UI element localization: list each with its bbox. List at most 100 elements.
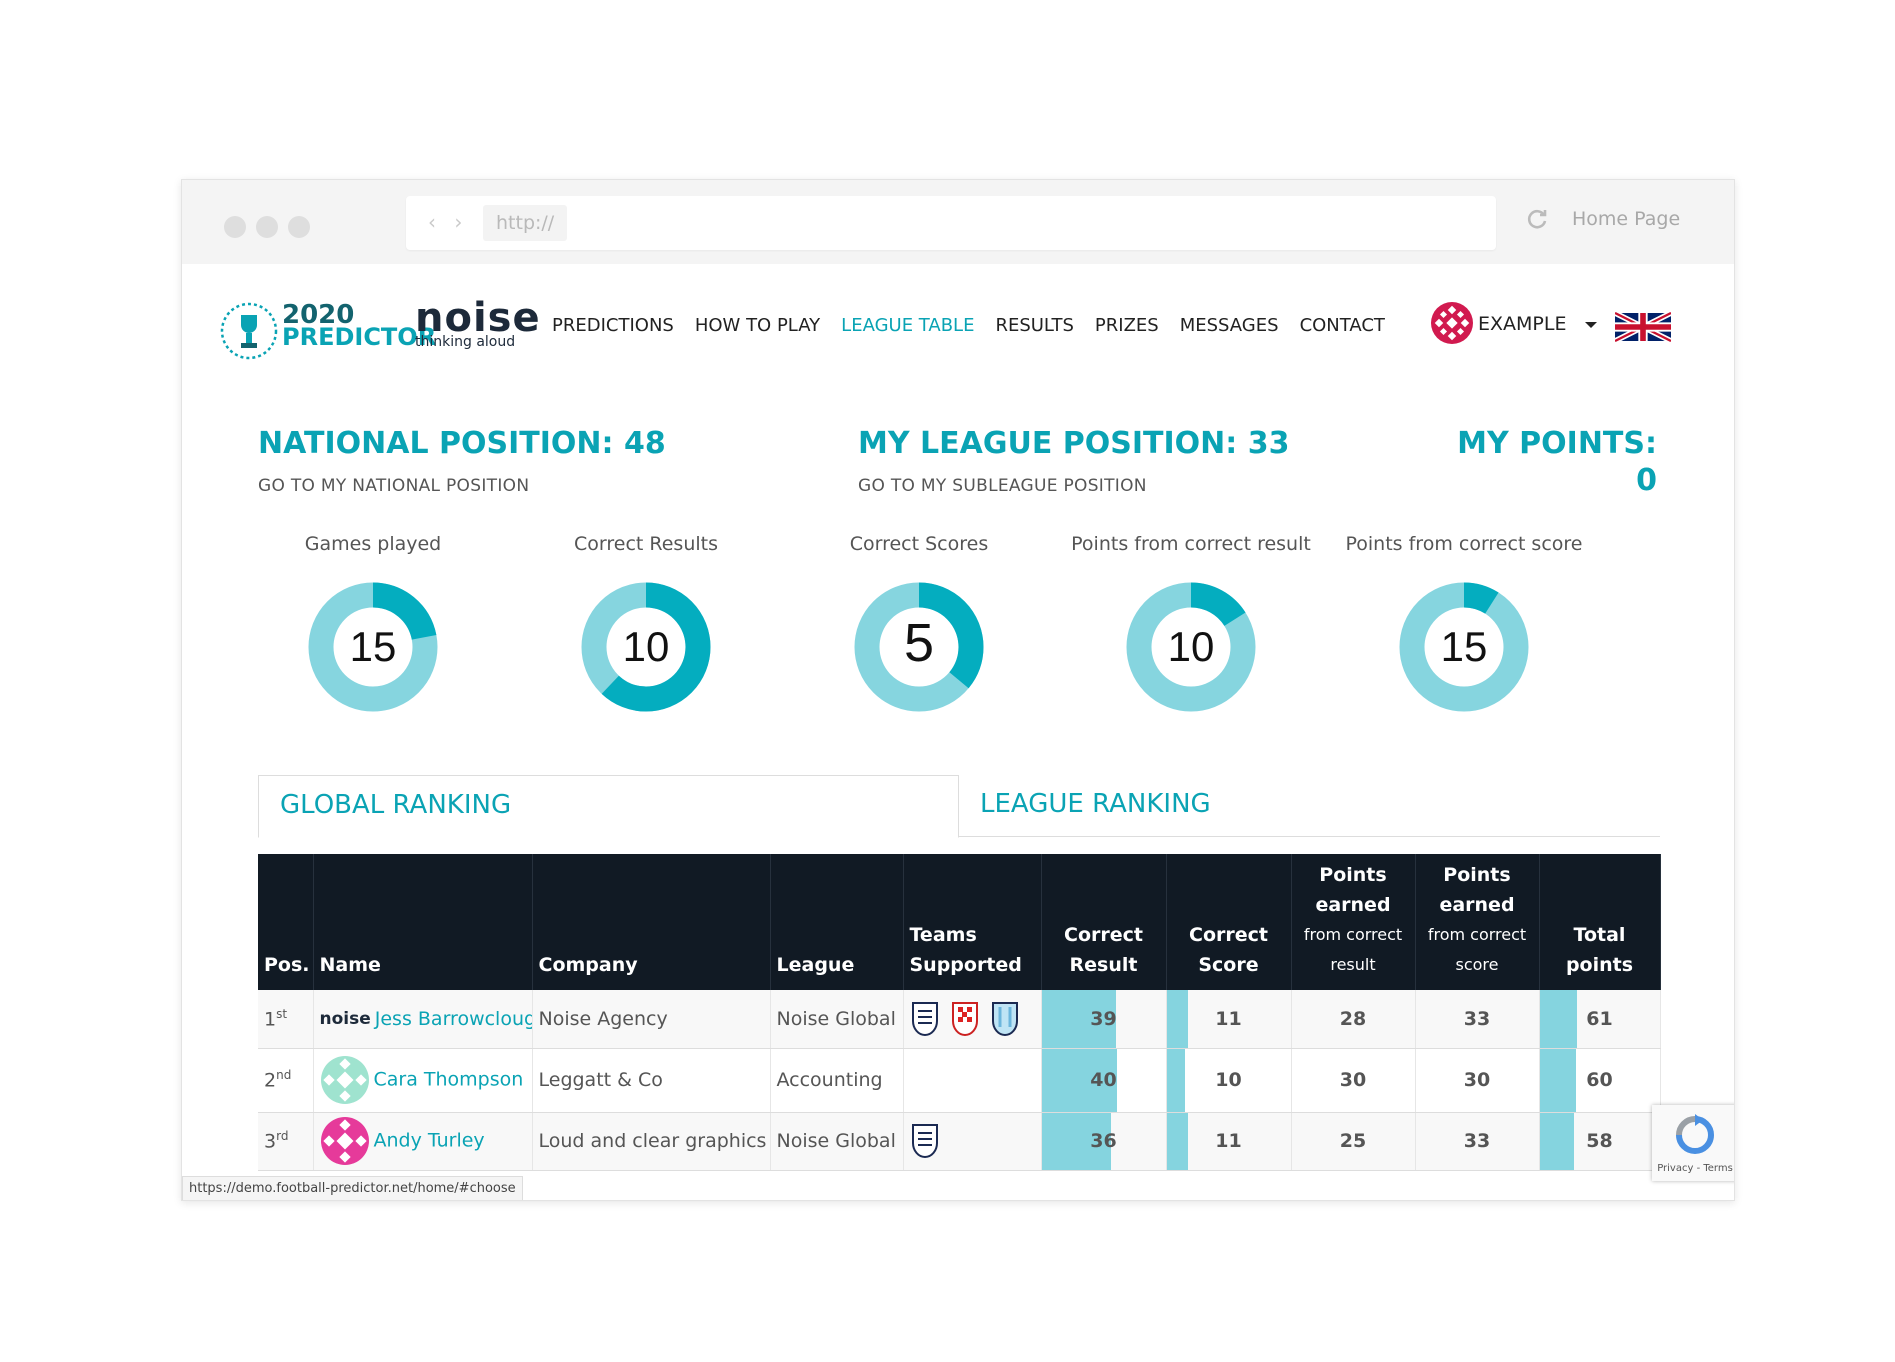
header-total-points[interactable]: Total points xyxy=(1539,854,1661,990)
position-suffix: st xyxy=(276,1007,288,1022)
stat-card: Correct Scores 5 xyxy=(783,533,1055,713)
croatia-badge-icon xyxy=(950,999,980,1039)
noise-logo[interactable]: noise thinking aloud xyxy=(415,298,541,350)
row-name[interactable]: Cara Thompson xyxy=(313,1048,533,1113)
table-row[interactable]: 2nd Cara Thompson Leggatt & Co Accounting 40… xyxy=(258,1048,1661,1113)
header-pos[interactable]: Pos. xyxy=(258,854,314,990)
argentina-badge-icon xyxy=(990,999,1020,1039)
header-name[interactable]: Name xyxy=(313,854,533,990)
row-points-score: 33 xyxy=(1415,990,1540,1049)
stat-card: Correct Results 10 xyxy=(510,533,782,713)
chevron-down-icon[interactable] xyxy=(1585,322,1597,328)
home-page-link[interactable]: Home Page xyxy=(1572,208,1680,230)
position-number: 1 xyxy=(264,1008,277,1031)
stat-card: Games played 15 xyxy=(237,533,509,713)
ranking-table-wrap: Pos. Name Company League Teams Supported … xyxy=(258,854,1661,1171)
header-teams-supported[interactable]: Teams Supported xyxy=(903,854,1042,990)
stat-label: Games played xyxy=(304,533,442,555)
position-number: 2 xyxy=(264,1069,277,1092)
user-avatar[interactable] xyxy=(1430,301,1474,345)
row-position: 1st xyxy=(258,990,314,1049)
window-close-dot[interactable] xyxy=(224,216,246,238)
stat-value: 10 xyxy=(1168,623,1215,670)
nav-messages[interactable]: MESSAGES xyxy=(1180,315,1279,336)
stat-donut: 10 xyxy=(1126,582,1256,712)
nav-contact[interactable]: CONTACT xyxy=(1300,315,1385,336)
noise-logo-avatar: noise xyxy=(319,1009,371,1030)
row-points-result: 25 xyxy=(1291,1112,1416,1171)
browser-window: ‹ › http:// Home Page 2020 PREDICTOR noi… xyxy=(181,179,1735,1201)
tab-league-ranking[interactable]: LEAGUE RANKING xyxy=(959,775,1660,837)
header-correct-score[interactable]: Correct Score xyxy=(1166,854,1292,990)
ranking-table: Pos. Name Company League Teams Supported … xyxy=(258,854,1661,1171)
user-menu-label[interactable]: EXAMPLE xyxy=(1478,313,1566,335)
nav-how-to-play[interactable]: HOW TO PLAY xyxy=(695,315,820,336)
header-league[interactable]: League xyxy=(770,854,904,990)
recaptcha-badge[interactable]: Privacy - Terms xyxy=(1652,1105,1734,1181)
cell-value: 40 xyxy=(1090,1069,1117,1091)
england-badge-icon xyxy=(910,1121,940,1161)
stat-card: Points from correct result 10 xyxy=(1055,533,1327,713)
stat-value: 15 xyxy=(1441,623,1488,670)
row-correct-score: 11 xyxy=(1166,990,1292,1049)
position-suffix: rd xyxy=(276,1129,289,1144)
nav-prizes[interactable]: PRIZES xyxy=(1095,315,1159,336)
header-points-result[interactable]: Points earned from correct result xyxy=(1291,854,1416,990)
row-total-points: 61 xyxy=(1539,990,1661,1049)
player-name-link[interactable]: Andy Turley xyxy=(374,1130,485,1152)
row-correct-result: 36 xyxy=(1041,1112,1167,1171)
cell-value: 36 xyxy=(1090,1130,1117,1152)
nav-league-table[interactable]: LEAGUE TABLE xyxy=(841,315,974,336)
trophy-logo-icon[interactable] xyxy=(219,301,279,361)
header-correct-result[interactable]: Correct Result xyxy=(1041,854,1167,990)
row-name[interactable]: noise Jess Barrowclough xyxy=(313,990,533,1049)
window-maximize-dot[interactable] xyxy=(288,216,310,238)
row-total-points: 58 xyxy=(1539,1112,1661,1171)
nav-results[interactable]: RESULTS xyxy=(995,315,1073,336)
recaptcha-links[interactable]: Privacy - Terms xyxy=(1652,1163,1734,1174)
player-name-link[interactable]: Jess Barrowclough xyxy=(375,1008,531,1030)
url-input[interactable]: http:// xyxy=(483,205,567,241)
stat-donut: 5 xyxy=(854,582,984,712)
row-position: 3rd xyxy=(258,1112,314,1171)
stat-value: 10 xyxy=(623,623,670,670)
league-position-title: MY LEAGUE POSITION: 33 xyxy=(858,426,1290,461)
position-suffix: nd xyxy=(276,1068,292,1083)
row-correct-score: 11 xyxy=(1166,1112,1292,1171)
header-company[interactable]: Company xyxy=(532,854,771,990)
row-name[interactable]: Andy Turley xyxy=(313,1112,533,1171)
nav-predictions[interactable]: PREDICTIONS xyxy=(552,315,674,336)
recaptcha-icon xyxy=(1676,1114,1714,1154)
pink-pattern-avatar xyxy=(320,1116,370,1166)
reload-icon[interactable] xyxy=(1524,206,1550,232)
header-points-score[interactable]: Points earned from correct score xyxy=(1415,854,1540,990)
table-row[interactable]: 3rd Andy Turley Loud and clear graphics Noi… xyxy=(258,1112,1661,1171)
uk-flag-icon[interactable] xyxy=(1615,312,1671,342)
table-row[interactable]: 1st noise Jess Barrowclough Noise Agency Noi… xyxy=(258,990,1661,1049)
row-teams xyxy=(903,1112,1042,1171)
back-forward-icon[interactable]: ‹ › xyxy=(428,210,468,234)
status-bar-url: https://demo.football-predictor.net/home… xyxy=(182,1176,523,1200)
row-teams xyxy=(903,990,1042,1049)
row-points-result: 28 xyxy=(1291,990,1416,1049)
row-company: Leggatt & Co xyxy=(532,1048,771,1113)
player-name-link[interactable]: Cara Thompson xyxy=(374,1069,524,1091)
stat-label: Correct Scores xyxy=(849,533,989,555)
main-nav: PREDICTIONS HOW TO PLAY LEAGUE TABLE RESULT… xyxy=(552,315,1406,336)
tab-global-ranking[interactable]: GLOBAL RANKING xyxy=(258,775,959,838)
stat-card: Points from correct score 15 xyxy=(1328,533,1600,713)
cell-value: 10 xyxy=(1215,1069,1242,1091)
stat-label: Points from correct result xyxy=(1071,533,1311,555)
national-position-link[interactable]: GO TO MY NATIONAL POSITION xyxy=(258,476,529,496)
stat-donut: 15 xyxy=(1399,582,1529,712)
predictor-logo-text[interactable]: 2020 PREDICTOR xyxy=(282,302,436,349)
cell-value: 11 xyxy=(1215,1130,1242,1152)
stat-value: 5 xyxy=(904,613,934,673)
row-league: Noise Global xyxy=(770,1112,904,1171)
window-minimize-dot[interactable] xyxy=(256,216,278,238)
subleague-position-link[interactable]: GO TO MY SUBLEAGUE POSITION xyxy=(858,476,1147,496)
row-points-score: 33 xyxy=(1415,1112,1540,1171)
row-points-score: 30 xyxy=(1415,1048,1540,1113)
address-bar[interactable]: ‹ › http:// xyxy=(406,196,1496,250)
stat-donut: 10 xyxy=(581,582,711,712)
